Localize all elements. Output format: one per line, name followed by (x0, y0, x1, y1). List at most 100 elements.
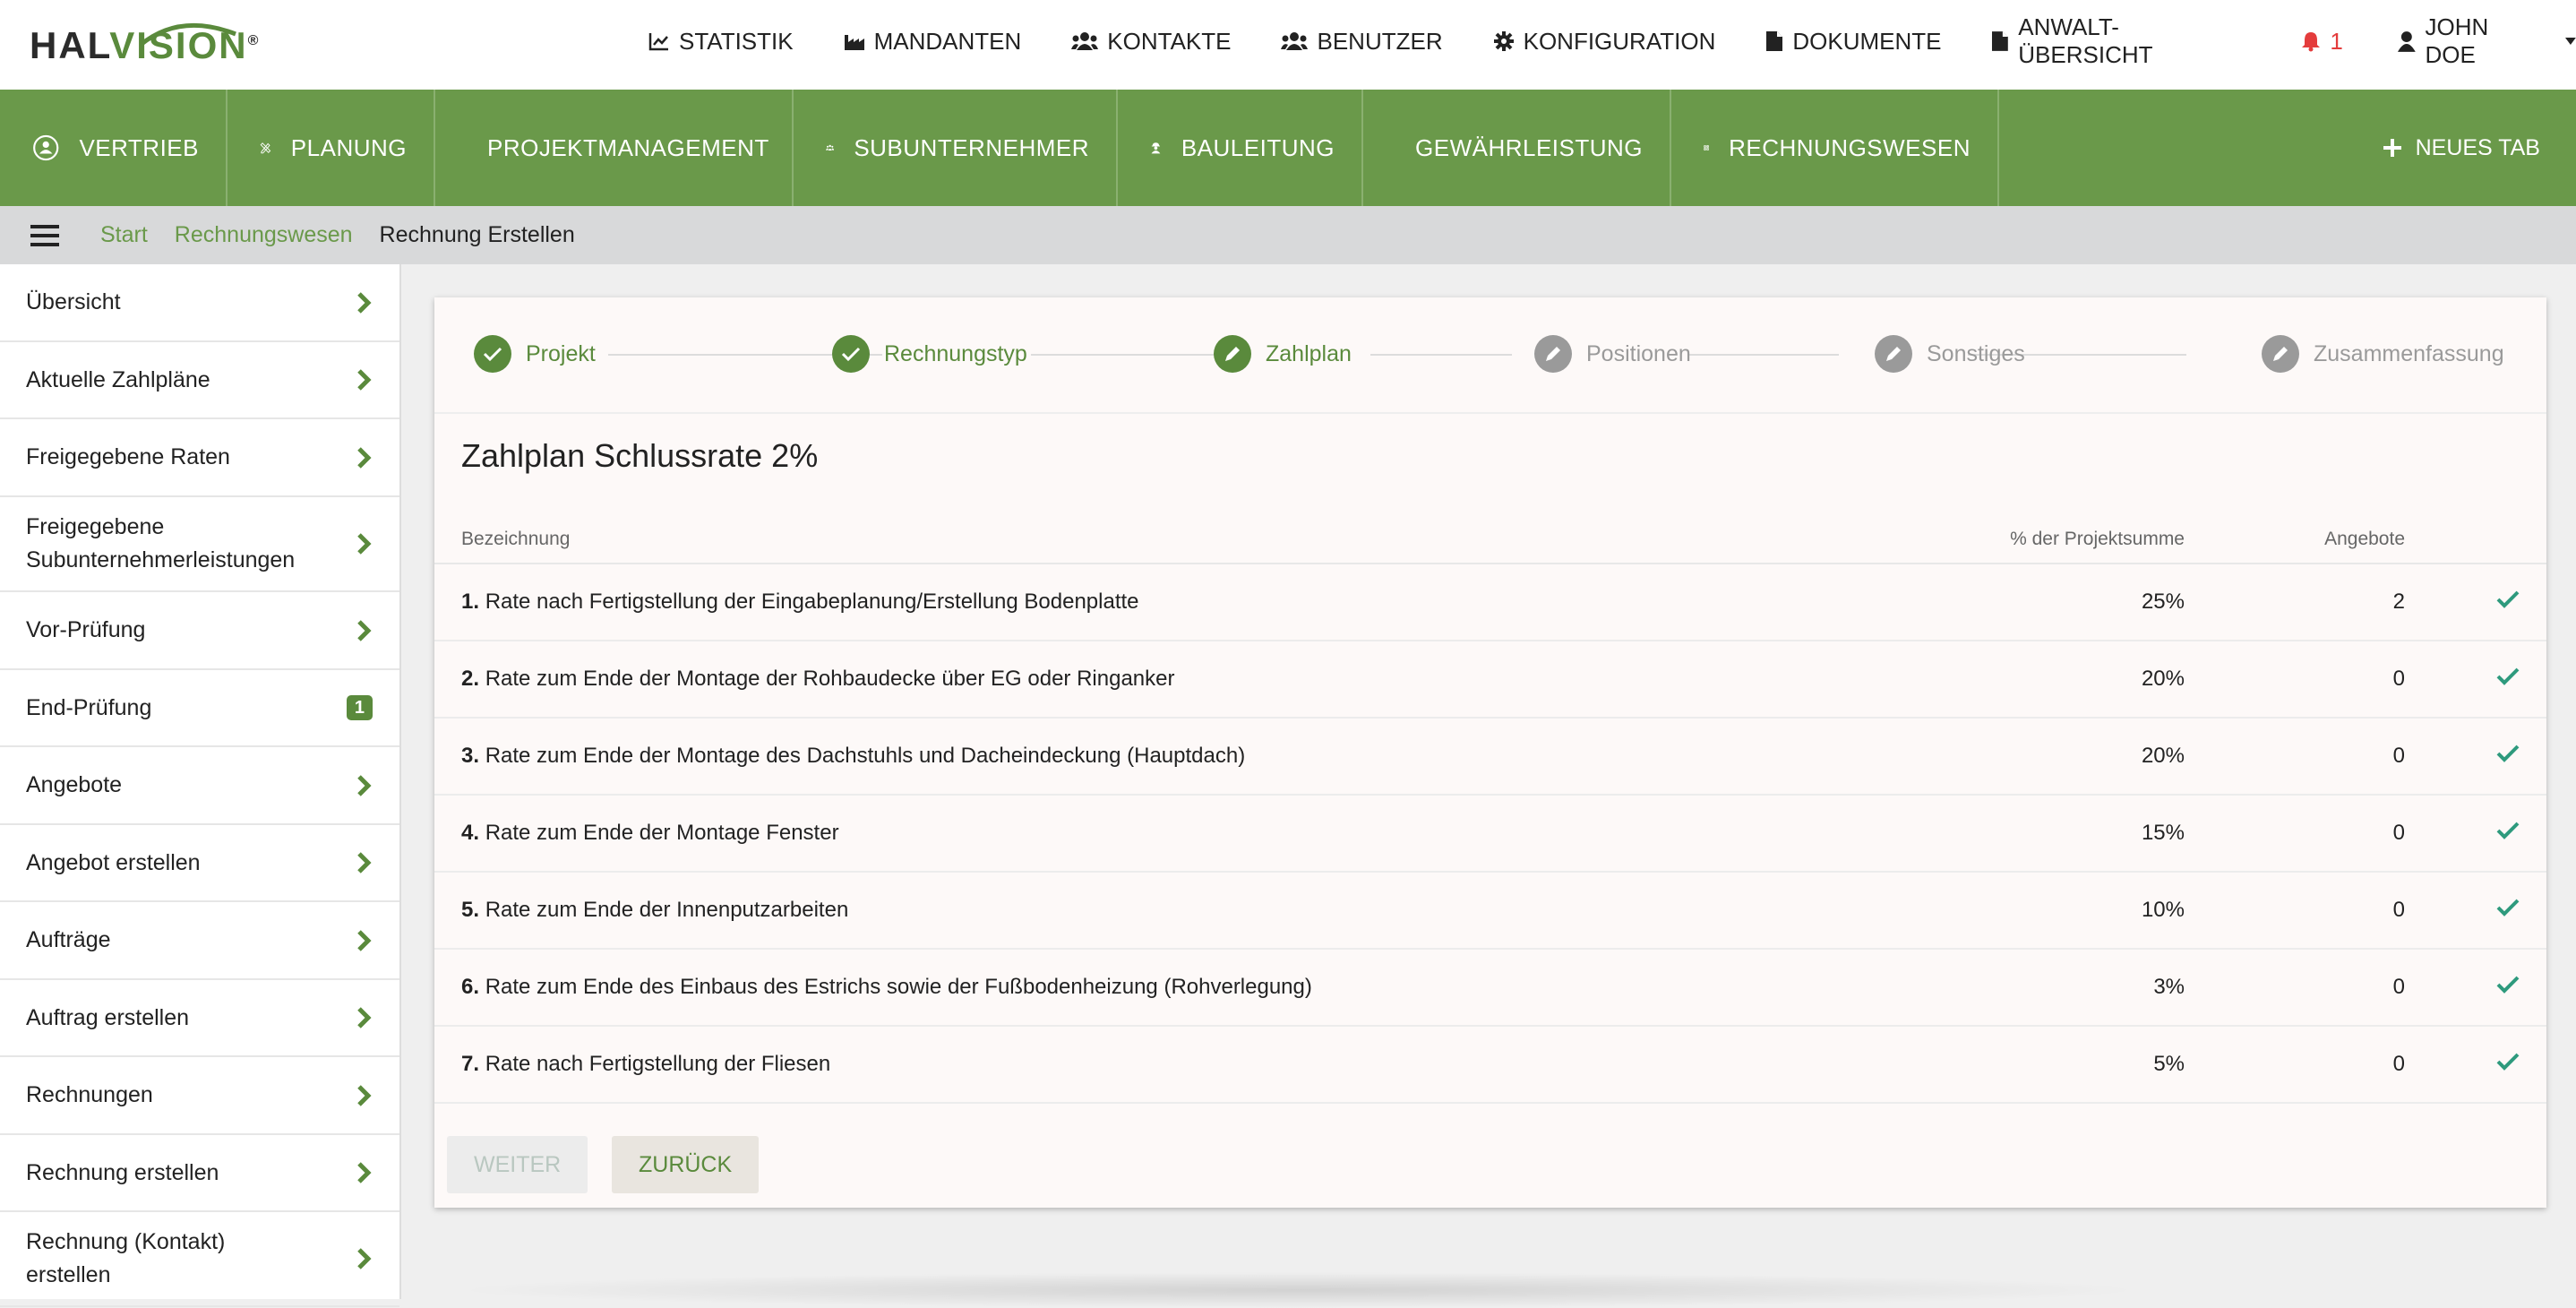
plus-icon (2383, 139, 2401, 157)
module-vertrieb[interactable]: VERTRIEB (0, 90, 228, 206)
user-name: JOHN DOE (2425, 13, 2489, 68)
step-label: Zusammenfassung (2314, 340, 2504, 366)
rate-percent: 20% (2141, 667, 2185, 691)
nav-kontakte[interactable]: KONTAKTE (1071, 28, 1231, 56)
nav-mandanten[interactable]: MANDANTEN (844, 28, 1021, 56)
nav-label: KONFIGURATION (1523, 27, 1716, 55)
table-header: Bezeichnung % der Projektsumme Angebote (434, 502, 2546, 564)
step-zusammenfassung[interactable]: Zusammenfassung (2262, 335, 2504, 373)
sidebar-item-auftraege[interactable]: Aufträge (0, 902, 399, 980)
step-positionen[interactable]: Positionen (1534, 335, 1691, 373)
sidebar-item-rechnung-erstellen[interactable]: Rechnung erstellen (0, 1135, 399, 1212)
chevron-right-icon (357, 1162, 372, 1183)
payment-plan-title: Zahlplan Schlussrate 2% (461, 437, 819, 474)
pencil-icon (1534, 335, 1572, 373)
sidebar-item-aktuelle-zahlplaene[interactable]: Aktuelle Zahlpläne (0, 342, 399, 419)
menu-icon[interactable] (29, 224, 61, 247)
table-row[interactable]: 5. Rate zum Ende der Innenputzarbeiten 1… (434, 873, 2546, 950)
rate-number: 6. (461, 975, 480, 999)
sidebar-item-freigegebene-raten[interactable]: Freigegebene Raten (0, 419, 399, 497)
new-tab-button[interactable]: NEUES TAB (2382, 90, 2540, 206)
module-label: PLANUNG (290, 133, 407, 161)
sidebar-item-label: Vor-Prüfung (26, 617, 146, 642)
rate-percent: 10% (2141, 898, 2185, 922)
rate-offers: 0 (2392, 667, 2405, 691)
nav-konfiguration[interactable]: KONFIGURATION (1493, 27, 1716, 56)
table-row[interactable]: 2. Rate zum Ende der Montage der Rohbaud… (434, 641, 2546, 719)
users-icon (1071, 32, 1099, 50)
sidebar-item-rechnung-kontakt-erstellen[interactable]: Rechnung (Kontakt) erstellen (0, 1212, 399, 1307)
pencil-icon (2262, 335, 2299, 373)
table-row[interactable]: 6. Rate zum Ende des Einbaus des Estrich… (434, 950, 2546, 1027)
rate-percent: 25% (2141, 589, 2185, 614)
notifications-button[interactable]: 1 (2301, 27, 2343, 56)
nav-dokumente[interactable]: DOKUMENTE (1765, 28, 1941, 56)
user-menu[interactable]: JOHN DOE (2397, 13, 2576, 69)
sidebar-item-freigegebene-subunternehmerleistungen[interactable]: Freigegebene Subunternehmerleistungen (0, 497, 399, 592)
module-planung[interactable]: PLANUNG (228, 90, 435, 206)
sidebar-item-label: Freigegebene Subunternehmerleistungen (26, 514, 296, 572)
sidebar-item-angebot-erstellen[interactable]: Angebot erstellen (0, 825, 399, 902)
module-label: VERTRIEB (79, 133, 199, 161)
breadcrumb-start[interactable]: Start (100, 222, 148, 248)
breadcrumb-bar: Start Rechnungswesen Rechnung Erstellen (0, 206, 2576, 264)
sidebar-item-angebote[interactable]: Angebote (0, 747, 399, 825)
rate-offers: 2 (2392, 589, 2405, 614)
table-row[interactable]: 1. Rate nach Fertigstellung der Eingabep… (434, 564, 2546, 641)
file-icon (1992, 31, 2009, 51)
file-icon (1766, 31, 1783, 51)
sidebar-item-end-pruefung[interactable]: End-Prüfung 1 (0, 670, 399, 747)
step-label: Sonstiges (1927, 340, 2025, 366)
module-gewaehrleistung[interactable]: GEWÄHRLEISTUNG (1363, 90, 1671, 206)
logo-hal: HAL (30, 24, 110, 66)
step-sonstiges[interactable]: Sonstiges (1875, 335, 2025, 373)
bell-icon (2302, 32, 2321, 52)
rate-offers: 0 (2392, 821, 2405, 845)
nav-statistik[interactable]: STATISTIK (648, 28, 794, 56)
sidebar-item-label: Rechnung erstellen (26, 1159, 219, 1185)
step-rechnungstyp[interactable]: Rechnungstyp (832, 335, 1027, 373)
module-projektmanagement[interactable]: PROJEKTMANAGEMENT (435, 90, 794, 206)
sidebar-item-rechnungen[interactable]: Rechnungen (0, 1057, 399, 1135)
chevron-right-icon (357, 929, 372, 951)
table-row[interactable]: 3. Rate zum Ende der Montage des Dachstu… (434, 719, 2546, 796)
nav-anwalt-uebersicht[interactable]: ANWALT-ÜBERSICHT (1991, 13, 2251, 69)
rate-offers: 0 (2392, 898, 2405, 922)
table-row[interactable]: 4. Rate zum Ende der Montage Fenster 15%… (434, 796, 2546, 873)
top-navigation: STATISTIK MANDANTEN KONTAKTE BENUTZER KO… (648, 0, 2576, 82)
module-rechnungswesen[interactable]: RECHNUNGSWESEN (1671, 90, 1999, 206)
new-tab-label: NEUES TAB (2415, 134, 2540, 160)
chevron-right-icon (357, 1007, 372, 1028)
rate-number: 2. (461, 667, 480, 691)
rate-description: 2. Rate zum Ende der Montage der Rohbaud… (461, 667, 1174, 692)
module-bauleitung[interactable]: BAULEITUNG (1118, 90, 1363, 206)
rate-number: 7. (461, 1052, 480, 1076)
notification-count: 1 (2330, 27, 2343, 55)
user-icon (2397, 31, 2416, 52)
check-icon (2496, 976, 2520, 994)
sidebar-item-vor-pruefung[interactable]: Vor-Prüfung (0, 592, 399, 670)
step-zahlplan[interactable]: Zahlplan (1214, 335, 1352, 373)
logo-arc-icon (139, 22, 236, 47)
next-button[interactable]: WEITER (447, 1136, 588, 1193)
sidebar-item-label: Freigegebene Raten (26, 444, 230, 469)
rate-offers: 0 (2392, 975, 2405, 999)
module-subunternehmer[interactable]: SUBUNTERNEHMER (794, 90, 1118, 206)
chevron-right-icon (357, 369, 372, 391)
nav-benutzer[interactable]: BENUTZER (1281, 28, 1443, 56)
check-icon (2496, 899, 2520, 916)
table-row[interactable]: 7. Rate nach Fertigstellung der Fliesen … (434, 1027, 2546, 1104)
rate-text: Rate nach Fertigstellung der Fliesen (485, 1052, 831, 1076)
rate-description: 4. Rate zum Ende der Montage Fenster (461, 821, 839, 846)
sidebar-item-label: End-Prüfung (26, 694, 152, 720)
sidebar-item-uebersicht[interactable]: Übersicht (0, 264, 399, 342)
check-icon (474, 335, 511, 373)
rate-number: 4. (461, 821, 480, 845)
back-button[interactable]: ZURÜCK (612, 1136, 760, 1193)
sidebar-item-auftrag-erstellen[interactable]: Auftrag erstellen (0, 980, 399, 1057)
breadcrumb-rechnungswesen[interactable]: Rechnungswesen (175, 222, 353, 248)
step-projekt[interactable]: Projekt (474, 335, 596, 373)
halvision-logo[interactable]: HALVISION® (30, 18, 260, 73)
wizard-stepper: Projekt Rechnungstyp Zahlplan Positionen… (434, 297, 2546, 414)
next-card-shadow (448, 1272, 2150, 1308)
